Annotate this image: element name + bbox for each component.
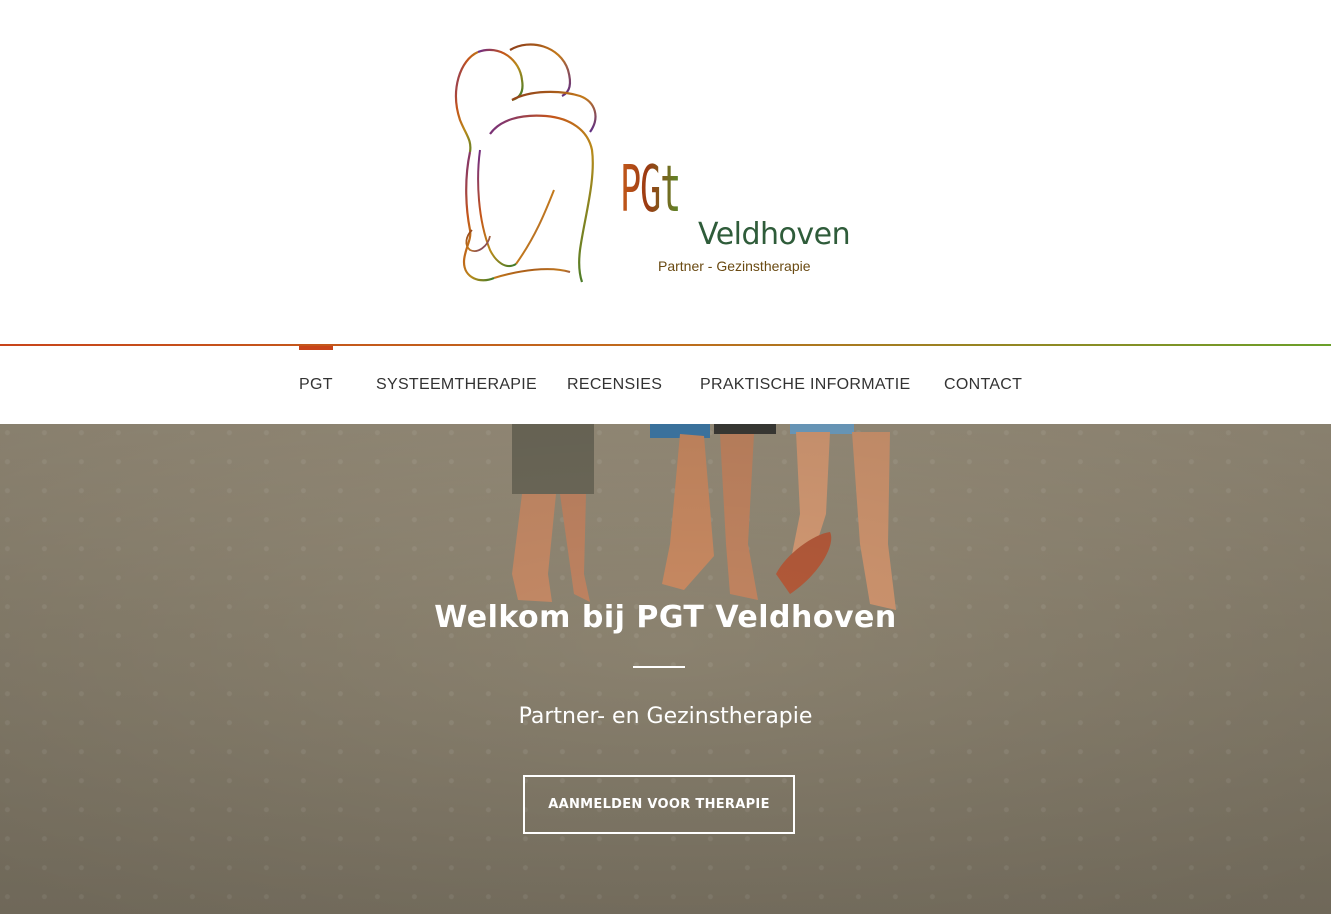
nav-item-systeemtherapie[interactable]: SYSTEEMTHERAPIE — [376, 346, 537, 424]
nav-item-contact[interactable]: CONTACT — [944, 346, 1022, 424]
logo-name: Veldhoven — [698, 217, 851, 252]
nav-item-recensies[interactable]: RECENSIES — [567, 346, 662, 424]
nav-item-pgt[interactable]: PGT — [299, 346, 333, 424]
main-nav: PGT SYSTEEMTHERAPIE RECENSIES PRAKTISCHE… — [0, 346, 1331, 424]
site-header: PGt Veldhoven Partner - Gezinstherapie — [0, 0, 1331, 344]
logo-tagline: Partner - Gezinstherapie — [658, 258, 811, 274]
hero-title: Welkom bij PGT Veldhoven — [434, 600, 897, 635]
register-therapy-button[interactable]: AANMELDEN VOOR THERAPIE — [523, 775, 795, 834]
hero-divider — [633, 666, 685, 668]
hero-subtitle: Partner- en Gezinstherapie — [518, 704, 813, 729]
nav-item-praktische-informatie[interactable]: PRAKTISCHE INFORMATIE — [700, 346, 910, 424]
hero-banner: Welkom bij PGT Veldhoven Partner- en Gez… — [0, 424, 1331, 914]
site-logo[interactable]: PGt Veldhoven Partner - Gezinstherapie — [450, 40, 870, 290]
beach-walk-photo — [0, 424, 1331, 914]
logo-mark: PGt — [620, 153, 681, 227]
